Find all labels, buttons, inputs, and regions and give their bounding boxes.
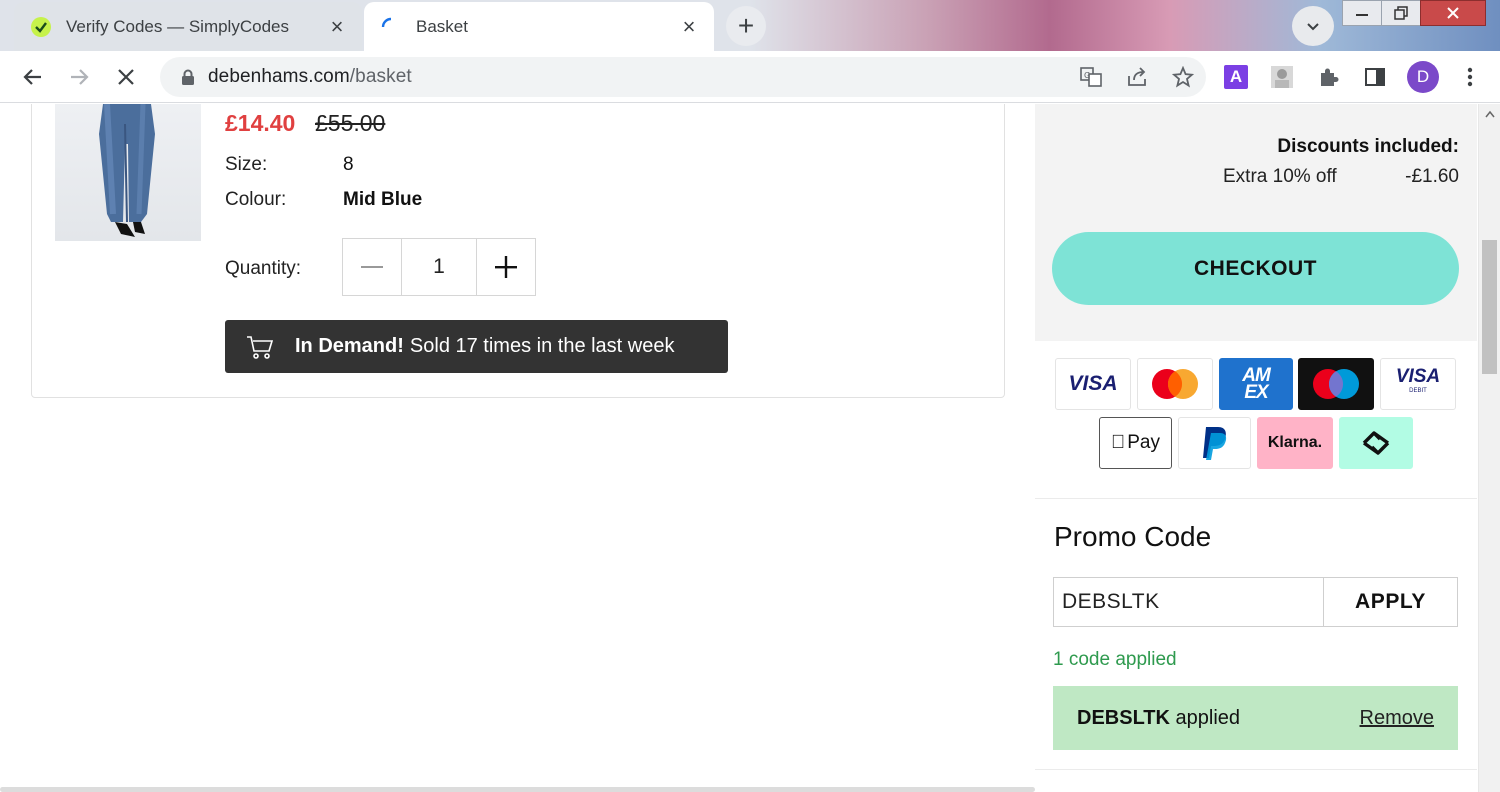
vertical-scrollbar[interactable] <box>1478 104 1500 792</box>
discount-name: Extra 10% off <box>1223 166 1337 187</box>
apple-pay-icon: Pay <box>1099 417 1172 469</box>
share-icon[interactable] <box>1114 66 1160 88</box>
lock-icon[interactable] <box>168 69 208 86</box>
klarna-label: Klarna. <box>1267 434 1323 451</box>
tab-title: Basket <box>416 16 468 36</box>
size-label: Size: <box>225 154 268 175</box>
svg-text:G: G <box>1084 71 1090 80</box>
clearpay-icon <box>1339 417 1413 469</box>
back-button[interactable] <box>16 60 50 94</box>
page-content: £14.40 £55.00 Size: 8 Colour: Mid Blue Q… <box>0 104 1500 792</box>
close-icon <box>118 69 134 85</box>
visa-debit-label: VISA <box>1395 366 1441 387</box>
puzzle-piece-icon[interactable] <box>1314 63 1342 91</box>
tab-search-button[interactable] <box>1292 6 1334 46</box>
tab-simplycodes[interactable]: Verify Codes — SimplyCodes × <box>14 2 362 51</box>
profile-avatar[interactable]: D <box>1407 61 1439 93</box>
visa-card-icon: VISA <box>1055 358 1131 410</box>
chevron-down-icon <box>1307 23 1319 31</box>
url-path: /basket <box>349 66 412 87</box>
remove-code-link[interactable]: Remove <box>1360 707 1434 730</box>
in-demand-label: In Demand! <box>295 335 404 357</box>
arrow-right-icon <box>71 69 89 85</box>
forward-button[interactable] <box>62 60 96 94</box>
profile-initial: D <box>1407 61 1439 93</box>
address-bar[interactable]: debenhams.com/basket G <box>160 57 1206 97</box>
colour-value: Mid Blue <box>343 189 423 210</box>
promo-code-title: Promo Code <box>1054 521 1212 552</box>
paypal-icon <box>1178 417 1251 469</box>
close-tab-icon[interactable]: × <box>322 12 352 42</box>
apply-promo-button[interactable]: APPLY <box>1323 577 1458 627</box>
apple-pay-label: Pay <box>1120 432 1160 453</box>
url-domain: debenhams.com <box>208 66 350 87</box>
simplycodes-favicon-icon <box>30 16 52 38</box>
side-panel-icon[interactable] <box>1361 63 1389 91</box>
applied-code: DEBSLTK <box>1077 706 1170 729</box>
amex-label-bottom: EX <box>1244 382 1268 403</box>
order-summary: Discounts included: Extra 10% off -£1.60… <box>1035 104 1477 341</box>
in-demand-badge: In Demand! Sold 17 times in the last wee… <box>225 320 728 373</box>
scroll-up-icon[interactable] <box>1479 110 1500 126</box>
checkout-button[interactable]: CHECKOUT <box>1052 232 1459 305</box>
extension-a-icon[interactable]: A <box>1222 63 1250 91</box>
close-window-button[interactable] <box>1420 0 1486 26</box>
discount-line: Extra 10% off -£1.60 <box>1223 166 1459 188</box>
product-image[interactable] <box>55 104 201 241</box>
extension-a-letter: A <box>1224 65 1248 89</box>
horizontal-scrollbar[interactable] <box>0 787 1035 792</box>
tab-basket[interactable]: Basket × <box>364 2 714 51</box>
tab-strip: Verify Codes — SimplyCodes × Basket × + <box>0 0 1500 51</box>
bookmark-star-icon[interactable] <box>1160 66 1206 88</box>
discount-amount: -£1.60 <box>1405 166 1459 187</box>
codes-applied-count: 1 code applied <box>1053 649 1177 670</box>
discounts-title: Discounts included: <box>1277 136 1459 157</box>
minimize-button[interactable] <box>1342 0 1382 26</box>
tab-title: Verify Codes — SimplyCodes <box>66 16 289 36</box>
decrease-quantity-button[interactable] <box>343 239 401 295</box>
visa-debit-card-icon: VISA DEBIT <box>1380 358 1456 410</box>
arrow-left-icon <box>23 69 41 85</box>
shopping-cart-icon <box>245 334 275 360</box>
plus-icon <box>495 256 517 278</box>
quantity-value[interactable]: 1 <box>401 239 477 295</box>
loading-spinner-icon <box>380 16 402 38</box>
browser-toolbar: debenhams.com/basket G A D <box>0 51 1500 103</box>
close-tab-icon[interactable]: × <box>674 12 704 42</box>
mastercard-icon <box>1137 358 1213 410</box>
visa-label: VISA <box>1068 372 1118 395</box>
extension-photo-icon[interactable] <box>1268 63 1296 91</box>
sale-price: £14.40 <box>225 110 296 136</box>
in-demand-text: Sold 17 times in the last week <box>409 335 675 357</box>
translate-icon[interactable]: G <box>1068 66 1114 88</box>
size-value: 8 <box>343 154 354 175</box>
restore-button[interactable] <box>1381 0 1421 26</box>
scroll-thumb[interactable] <box>1482 240 1497 374</box>
url-text: debenhams.com/basket <box>208 66 1068 88</box>
promo-code-input[interactable]: DEBSLTK <box>1053 577 1324 627</box>
maestro-card-icon <box>1298 358 1374 410</box>
promo-code-section: Promo Code DEBSLTK APPLY 1 code applied … <box>1035 498 1477 770</box>
klarna-icon: Klarna. <box>1257 417 1333 469</box>
window-controls <box>1342 0 1486 26</box>
quantity-stepper: 1 <box>342 238 536 296</box>
increase-quantity-button[interactable] <box>477 239 535 295</box>
colour-label: Colour: <box>225 189 287 210</box>
new-tab-button[interactable]: + <box>726 6 766 46</box>
stop-loading-button[interactable] <box>109 60 143 94</box>
quantity-label: Quantity: <box>225 258 302 279</box>
minus-icon <box>361 266 383 268</box>
applied-code-banner: DEBSLTK applied Remove <box>1053 686 1458 750</box>
applied-suffix: applied <box>1175 706 1241 729</box>
jeans-image-icon <box>99 104 155 237</box>
amex-card-icon: AM EX <box>1219 358 1293 410</box>
kebab-menu-icon[interactable] <box>1456 63 1484 91</box>
applied-code-text: DEBSLTK applied <box>1077 707 1240 730</box>
original-price: £55.00 <box>315 110 386 136</box>
